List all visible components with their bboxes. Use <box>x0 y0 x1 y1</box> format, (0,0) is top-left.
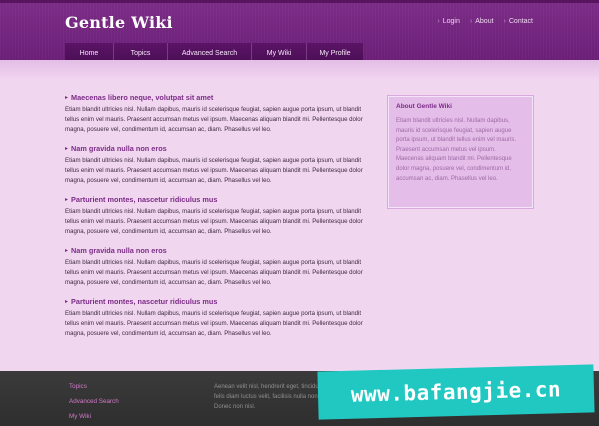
article-body: Etiam blandit ultricies nisl. Nullam dap… <box>65 259 363 286</box>
login-link[interactable]: › Login <box>437 18 459 25</box>
triangle-bullet-icon: ▸ <box>65 248 69 254</box>
site-header: Gentle Wiki › Login › About › Contact Ho… <box>0 0 599 63</box>
footer-link-topics[interactable]: Topics <box>69 383 119 398</box>
footer-links: Topics Advanced Search My Wiki <box>69 383 119 426</box>
article: ▸ Parturient montes, nascetur ridiculus … <box>65 297 370 339</box>
article-body: Etiam blandit ultricies nisl. Nullam dap… <box>65 157 363 184</box>
article-title: Maecenas libero neque, volutpat sit amet <box>71 93 214 102</box>
article-title: Nam gravida nulla non eros <box>71 144 167 153</box>
article-title-link[interactable]: ▸ Maecenas libero neque, volutpat sit am… <box>65 93 370 102</box>
triangle-bullet-icon: ▸ <box>65 299 69 305</box>
contact-label: Contact <box>508 18 533 25</box>
article: ▸ Nam gravida nulla non eros Etiam bland… <box>65 144 370 186</box>
article-title-link[interactable]: ▸ Parturient montes, nascetur ridiculus … <box>65 297 370 306</box>
top-links: › Login › About › Contact <box>437 18 533 25</box>
article-title-link[interactable]: ▸ Nam gravida nulla non eros <box>65 246 370 255</box>
footer-link-my-wiki[interactable]: My Wiki <box>69 413 119 426</box>
watermark-banner: www.bafangjie.cn <box>317 364 595 420</box>
footer-text: Aenean velit nisl, hendrerit eget, tinci… <box>214 384 333 410</box>
article: ▸ Parturient montes, nascetur ridiculus … <box>65 195 370 237</box>
bullet-icon: › <box>469 18 473 25</box>
about-label: About <box>475 18 494 25</box>
article-title: Parturient montes, nascetur ridiculus mu… <box>71 297 218 306</box>
triangle-bullet-icon: ▸ <box>65 197 69 203</box>
main-content: ▸ Maecenas libero neque, volutpat sit am… <box>65 93 370 348</box>
header-shadow-band <box>0 60 599 80</box>
article-body: Etiam blandit ultricies nisl. Nullam dap… <box>65 310 363 337</box>
contact-link[interactable]: › Contact <box>504 18 533 25</box>
about-link[interactable]: › About <box>470 18 494 25</box>
article-title: Nam gravida nulla non eros <box>71 246 167 255</box>
login-label: Login <box>442 18 460 25</box>
bullet-icon: › <box>503 18 506 25</box>
article-title: Parturient montes, nascetur ridiculus mu… <box>71 195 218 204</box>
triangle-bullet-icon: ▸ <box>65 95 69 101</box>
about-sidebar: About Gentle Wiki Etiam blandit ultricie… <box>388 96 533 208</box>
sidebar-title: About Gentle Wiki <box>396 103 452 110</box>
footer-link-advanced-search[interactable]: Advanced Search <box>69 398 119 413</box>
article-title-link[interactable]: ▸ Nam gravida nulla non eros <box>65 144 370 153</box>
triangle-bullet-icon: ▸ <box>65 146 69 152</box>
bullet-icon: › <box>437 18 440 25</box>
article-title-link[interactable]: ▸ Parturient montes, nascetur ridiculus … <box>65 195 370 204</box>
site-title[interactable]: Gentle Wiki <box>65 13 173 32</box>
article-body: Etiam blandit ultricies nisl. Nullam dap… <box>65 208 363 235</box>
sidebar-text: Etiam blandit ultricies nisl. Nullam dap… <box>396 118 517 182</box>
article: ▸ Maecenas libero neque, volutpat sit am… <box>65 93 370 135</box>
article: ▸ Nam gravida nulla non eros Etiam bland… <box>65 246 370 288</box>
article-body: Etiam blandit ultricies nisl. Nullam dap… <box>65 106 363 133</box>
watermark-text: www.bafangjie.cn <box>350 377 562 407</box>
